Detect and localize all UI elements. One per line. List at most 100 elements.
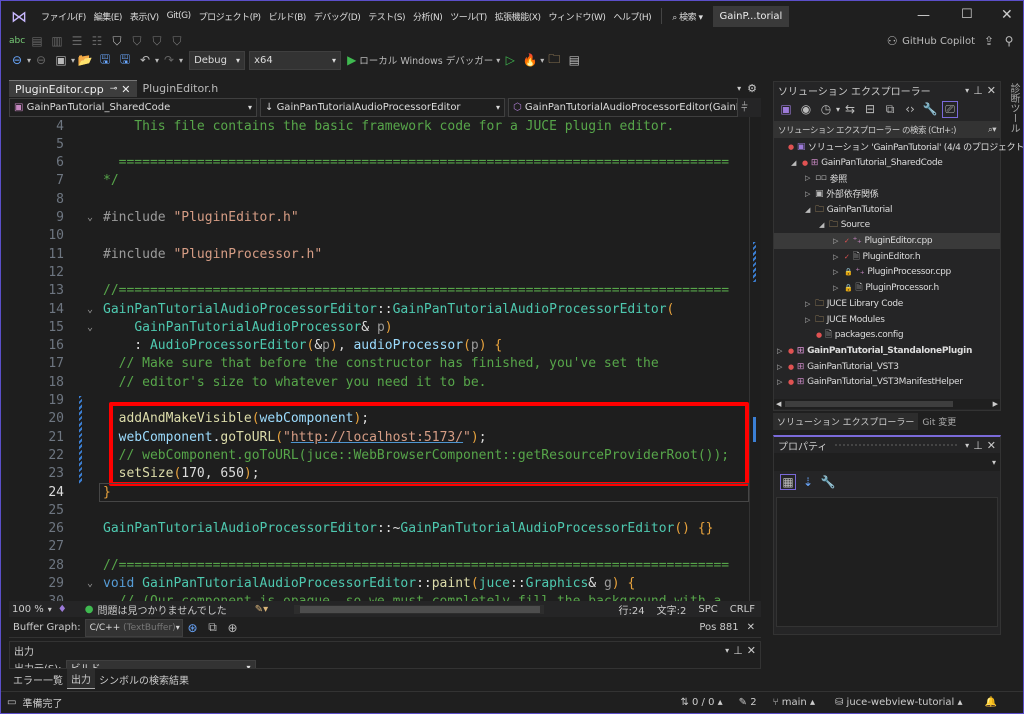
- tree-item[interactable]: ◢ 🗀 GainPanTutorial: [774, 202, 1000, 218]
- menu-3[interactable]: Git(G): [163, 11, 195, 21]
- menu-2[interactable]: 表示(V): [126, 10, 163, 23]
- start-debug-button[interactable]: ▶ ローカル Windows デバッガー ▾: [347, 53, 500, 67]
- tab-error-list[interactable]: エラー一覧: [9, 672, 67, 687]
- menu-0[interactable]: ファイル(F): [37, 10, 90, 23]
- undo-icon[interactable]: ↶: [137, 53, 153, 67]
- tab-solution-explorer[interactable]: ソリューション エクスプローラー: [773, 412, 919, 430]
- sync-icon[interactable]: ◉: [798, 102, 814, 116]
- expand-chevron-icon[interactable]: ◢: [819, 221, 828, 229]
- se-search-input[interactable]: ソリューション エクスプローラー の検索 (Ctrl+:) ⌕▾: [774, 121, 1000, 138]
- line-indicator[interactable]: 行:24: [619, 602, 645, 617]
- sync-with-document-icon[interactable]: ⇆: [842, 102, 858, 116]
- folder-icon[interactable]: 🗀: [546, 50, 562, 71]
- graph-settings-icon[interactable]: ⊕: [225, 621, 241, 635]
- cleanup-icon[interactable]: ✎▾: [255, 604, 268, 615]
- expand-chevron-icon[interactable]: ▷: [805, 316, 814, 324]
- split-icon[interactable]: ⫩: [741, 100, 748, 115]
- notifications-bell-icon[interactable]: 🔔: [985, 697, 997, 708]
- hot-reload-icon[interactable]: 🔥: [522, 53, 538, 67]
- outdent-icon[interactable]: ▥: [49, 34, 65, 48]
- expand-chevron-icon[interactable]: ▷: [777, 378, 786, 386]
- buffer-graph-close-icon[interactable]: ✕: [747, 622, 755, 633]
- expand-chevron-icon[interactable]: ▷: [805, 174, 814, 182]
- expand-chevron-icon[interactable]: ▷: [777, 347, 786, 355]
- tree-item[interactable]: ▷ ▫▫ 参照: [774, 170, 1000, 186]
- bookmark-icon[interactable]: ⛉: [109, 34, 125, 49]
- output-source-select[interactable]: ビルド ▾: [65, 660, 256, 668]
- property-pages-icon[interactable]: 🔧: [820, 475, 836, 489]
- configuration-select[interactable]: Debug ▾: [189, 50, 246, 70]
- column-indicator[interactable]: 文字:2: [657, 602, 687, 617]
- tree-item[interactable]: ▷ 🗀 JUCE Modules: [774, 312, 1000, 328]
- share-icon[interactable]: ⇪: [981, 34, 997, 48]
- expand-chevron-icon[interactable]: ◢: [791, 159, 800, 167]
- menu-8[interactable]: 分析(N): [409, 10, 446, 23]
- bookmark-next-icon[interactable]: ⛉: [149, 34, 165, 49]
- code-view-icon[interactable]: ‹›: [902, 102, 918, 116]
- tree-item[interactable]: ▷ ✓ ⁺₊ PluginEditor.cpp: [774, 233, 1000, 249]
- tab-plugineditor-h[interactable]: PluginEditor.h: [137, 80, 225, 97]
- redo-icon[interactable]: ↷: [161, 53, 177, 67]
- tab-close-icon[interactable]: ✕: [121, 83, 130, 96]
- fold-chevron-icon[interactable]: ⌄: [87, 209, 93, 227]
- platform-select[interactable]: x64 ▾: [249, 50, 342, 70]
- props-options-icon[interactable]: ▾: [965, 441, 969, 450]
- tree-item[interactable]: ▷ 🗀 JUCE Library Code: [774, 296, 1000, 312]
- se-horizontal-scrollbar[interactable]: ◀ ▶: [774, 399, 1000, 409]
- expand-chevron-icon[interactable]: ▷: [833, 284, 842, 292]
- tree-item[interactable]: ● 🗎 packages.config: [774, 327, 1000, 343]
- pending-changes-icon[interactable]: ◷: [818, 102, 834, 116]
- spellcheck-icon[interactable]: abc: [9, 36, 25, 46]
- open-folder-icon[interactable]: 📂: [77, 53, 93, 67]
- horizontal-scrollbar[interactable]: [294, 604, 545, 614]
- props-pin-icon[interactable]: ⊥: [973, 439, 983, 452]
- menu-11[interactable]: ウィンドウ(W): [544, 10, 609, 23]
- tree-item[interactable]: ▷ ▣ 外部依存関係: [774, 186, 1000, 202]
- show-all-files-icon[interactable]: ⧉: [882, 102, 898, 117]
- tree-item[interactable]: ▷ ● ⊞ GainPanTutorial_VST3ManifestHelper: [774, 375, 1000, 391]
- graph-icon[interactable]: ⊛: [185, 621, 201, 635]
- tab-symbol-results[interactable]: シンボルの検索結果: [95, 672, 193, 687]
- copilot-button[interactable]: ⚇ GitHub Copilot: [882, 34, 975, 48]
- class-select[interactable]: ↓ GainPanTutorialAudioProcessorEditor ▾: [260, 98, 505, 117]
- tree-item[interactable]: ● ▣ ソリューション 'GainPanTutorial' (4/4 のプロジェクト: [774, 139, 1024, 155]
- new-project-icon[interactable]: ▣: [53, 53, 69, 67]
- menu-7[interactable]: テスト(S): [364, 10, 409, 23]
- expand-chevron-icon[interactable]: ▷: [833, 237, 842, 245]
- project-select[interactable]: ▣ GainPanTutorial_SharedCode ▾: [9, 98, 257, 117]
- errors-indicator[interactable]: ⇅ 0 / 0 ▴: [680, 697, 722, 708]
- comment-icon[interactable]: ☰: [69, 34, 85, 48]
- tree-item[interactable]: ▷ ● ⊞ GainPanTutorial_StandalonePlugin: [774, 343, 1000, 359]
- tree-item[interactable]: ▷ 🔒 🗎 PluginProcessor.h: [774, 280, 1000, 296]
- se-pin-icon[interactable]: ⊥: [973, 84, 983, 97]
- whitespace-indicator[interactable]: SPC: [698, 604, 717, 615]
- diagnostic-tools-tab[interactable]: 診断ツール: [1005, 83, 1021, 143]
- expand-chevron-icon[interactable]: ▷: [833, 268, 842, 276]
- fold-chevron-icon[interactable]: ⌄: [87, 593, 93, 601]
- preview-icon[interactable]: ⎚: [942, 100, 959, 118]
- properties-icon[interactable]: 🔧: [922, 102, 938, 116]
- menu-5[interactable]: ビルド(B): [265, 10, 310, 23]
- member-select[interactable]: ⬡ GainPanTutorialAudioProcessorEditor(Ga…: [508, 98, 738, 117]
- expand-chevron-icon[interactable]: ▷: [805, 300, 814, 308]
- line-ending-indicator[interactable]: CRLF: [730, 604, 755, 615]
- se-close-icon[interactable]: ✕: [987, 84, 996, 97]
- close-button[interactable]: ✕: [1001, 7, 1013, 23]
- menu-6[interactable]: デバッグ(D): [310, 10, 364, 23]
- menu-1[interactable]: 編集(E): [90, 10, 126, 23]
- props-close-icon[interactable]: ✕: [987, 439, 996, 452]
- save-all-icon[interactable]: 🖫: [117, 50, 133, 71]
- tree-item[interactable]: ▷ ● ⊞ GainPanTutorial_VST3: [774, 359, 1000, 375]
- collapse-all-icon[interactable]: ⊟: [862, 102, 878, 116]
- menu-9[interactable]: ツール(T): [446, 10, 491, 23]
- zoom-level[interactable]: 100 %: [12, 604, 44, 615]
- window-layout-icon[interactable]: ▤: [566, 53, 582, 67]
- menu-12[interactable]: ヘルプ(H): [609, 10, 655, 23]
- minimize-button[interactable]: —: [917, 8, 930, 23]
- fold-chevron-icon[interactable]: ⌄: [87, 319, 93, 337]
- expand-chevron-icon[interactable]: ▷: [833, 253, 842, 261]
- menu-10[interactable]: 拡張機能(X): [491, 10, 545, 23]
- branch-indicator[interactable]: ⑂ main ▴: [773, 697, 815, 708]
- pin-icon[interactable]: ⊸: [110, 84, 118, 94]
- props-object-select[interactable]: ▾: [774, 453, 1000, 471]
